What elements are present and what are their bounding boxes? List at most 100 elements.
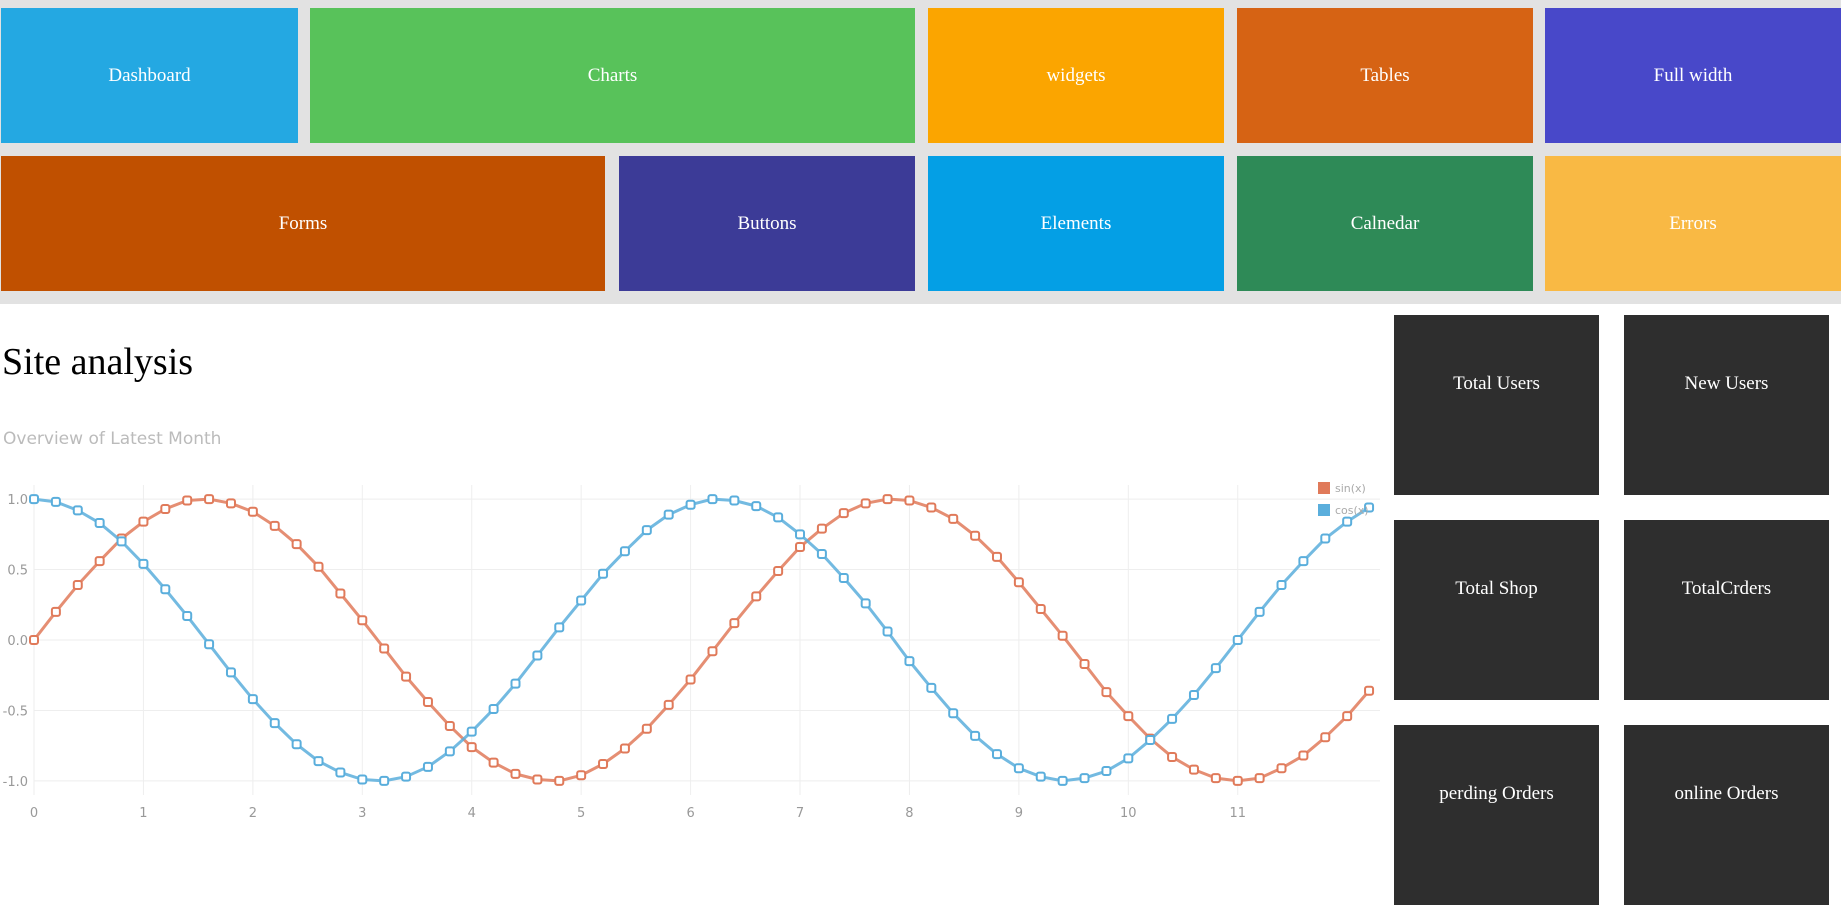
stat-tile-total-shop[interactable]: Total Shop — [1394, 520, 1599, 700]
nav-tile-errors[interactable]: Errors — [1545, 156, 1841, 291]
data-point — [1298, 750, 1309, 761]
nav-tile-widgets[interactable]: widgets — [928, 8, 1224, 143]
x-tick-label: 10 — [1120, 806, 1137, 820]
nav-tile-dashboard[interactable]: Dashboard — [1, 8, 298, 143]
data-point — [50, 496, 61, 507]
data-point — [1254, 773, 1265, 784]
data-point — [291, 739, 302, 750]
data-point — [1057, 630, 1068, 641]
data-point — [225, 498, 236, 509]
stat-tile-total-orders[interactable]: TotalCrders — [1624, 520, 1829, 700]
data-point — [379, 643, 390, 654]
data-point — [116, 536, 127, 547]
data-point — [357, 774, 368, 785]
data-point — [204, 639, 215, 650]
legend-label: sin(x) — [1335, 482, 1366, 495]
data-point — [795, 529, 806, 540]
chart-axes: 0 1 2 3 4 5 6 7 8 9 10 11 1.0 0.5 0.0 -0.5 -1.0 — [3, 493, 1246, 820]
legend-swatch — [1318, 504, 1330, 516]
data-point — [1320, 732, 1331, 743]
data-point — [182, 611, 193, 622]
data-point — [970, 730, 981, 741]
x-tick-label: 1 — [139, 806, 147, 820]
data-point — [1232, 635, 1243, 645]
data-point — [335, 767, 346, 778]
data-point — [576, 595, 587, 606]
data-point — [970, 530, 981, 541]
data-point — [1210, 773, 1221, 784]
data-point — [1342, 711, 1353, 722]
nav-tile-buttons[interactable]: Buttons — [619, 156, 915, 291]
x-tick-label: 6 — [686, 806, 694, 820]
data-point — [379, 775, 390, 786]
data-point — [313, 561, 324, 572]
data-point — [466, 726, 477, 737]
data-point — [29, 494, 39, 505]
data-point — [1057, 775, 1068, 786]
data-point — [1188, 689, 1199, 700]
nav-tile-tables[interactable]: Tables — [1237, 8, 1533, 143]
nav-tile-calendar[interactable]: Calnedar — [1237, 156, 1533, 291]
data-point — [948, 708, 959, 719]
x-tick-label: 3 — [358, 806, 366, 820]
stat-tile-total-users[interactable]: Total Users — [1394, 315, 1599, 495]
data-point — [619, 743, 630, 754]
nav-tile-charts[interactable]: Charts — [310, 8, 915, 143]
data-point — [1079, 658, 1090, 669]
data-point — [160, 584, 171, 595]
page-title: Site analysis — [2, 341, 194, 383]
data-point — [641, 525, 652, 536]
y-tick-label: 0.0 — [7, 634, 28, 649]
data-point — [904, 495, 915, 506]
data-point — [422, 697, 433, 707]
data-point — [160, 503, 171, 514]
y-tick-label: 1.0 — [7, 493, 28, 508]
data-point — [94, 518, 105, 529]
data-point — [401, 771, 412, 782]
line-chart: 0 1 2 3 4 5 6 7 8 9 10 11 1.0 0.5 0.0 -0.5 -1.0 sin(x) co… — [3, 482, 1380, 820]
data-point — [926, 502, 937, 513]
data-point — [488, 757, 499, 768]
data-point — [663, 699, 674, 710]
stat-tile-pending-orders[interactable]: perding Orders — [1394, 725, 1599, 905]
data-point — [1079, 773, 1090, 784]
data-point — [247, 506, 258, 517]
x-tick-label: 2 — [249, 806, 257, 820]
data-point — [598, 568, 609, 579]
nav-tile-full-width[interactable]: Full width — [1545, 8, 1841, 143]
data-point — [225, 667, 236, 678]
nav-tile-elements[interactable]: Elements — [928, 156, 1224, 291]
nav-tile-forms[interactable]: Forms — [1, 156, 605, 291]
data-point — [138, 558, 149, 569]
data-point — [991, 749, 1002, 760]
data-point — [313, 756, 324, 767]
data-point — [1210, 663, 1221, 674]
data-point — [838, 573, 849, 583]
x-tick-label: 4 — [468, 806, 476, 820]
data-point — [948, 513, 959, 524]
data-point — [1101, 766, 1112, 777]
data-point — [94, 556, 105, 567]
x-tick-label: 7 — [796, 806, 804, 820]
data-point — [685, 499, 696, 510]
data-point — [72, 505, 83, 516]
data-point — [1188, 764, 1199, 775]
data-point — [795, 542, 806, 552]
data-point — [29, 635, 39, 645]
data-point — [1123, 711, 1134, 722]
data-point — [1298, 556, 1309, 567]
data-point — [269, 520, 280, 531]
stat-tile-online-orders[interactable]: online Orders — [1624, 725, 1829, 905]
data-point — [773, 512, 784, 523]
data-point — [1013, 763, 1024, 774]
data-point — [751, 591, 762, 602]
data-point — [598, 759, 609, 769]
data-point — [1035, 771, 1046, 782]
chart-subtitle: Overview of Latest Month — [3, 429, 222, 449]
data-point — [1145, 735, 1156, 746]
stat-tile-new-users[interactable]: New Users — [1624, 315, 1829, 495]
y-tick-label: 0.5 — [7, 564, 28, 579]
data-point — [488, 704, 499, 715]
data-point — [707, 494, 718, 505]
data-point — [554, 775, 565, 786]
